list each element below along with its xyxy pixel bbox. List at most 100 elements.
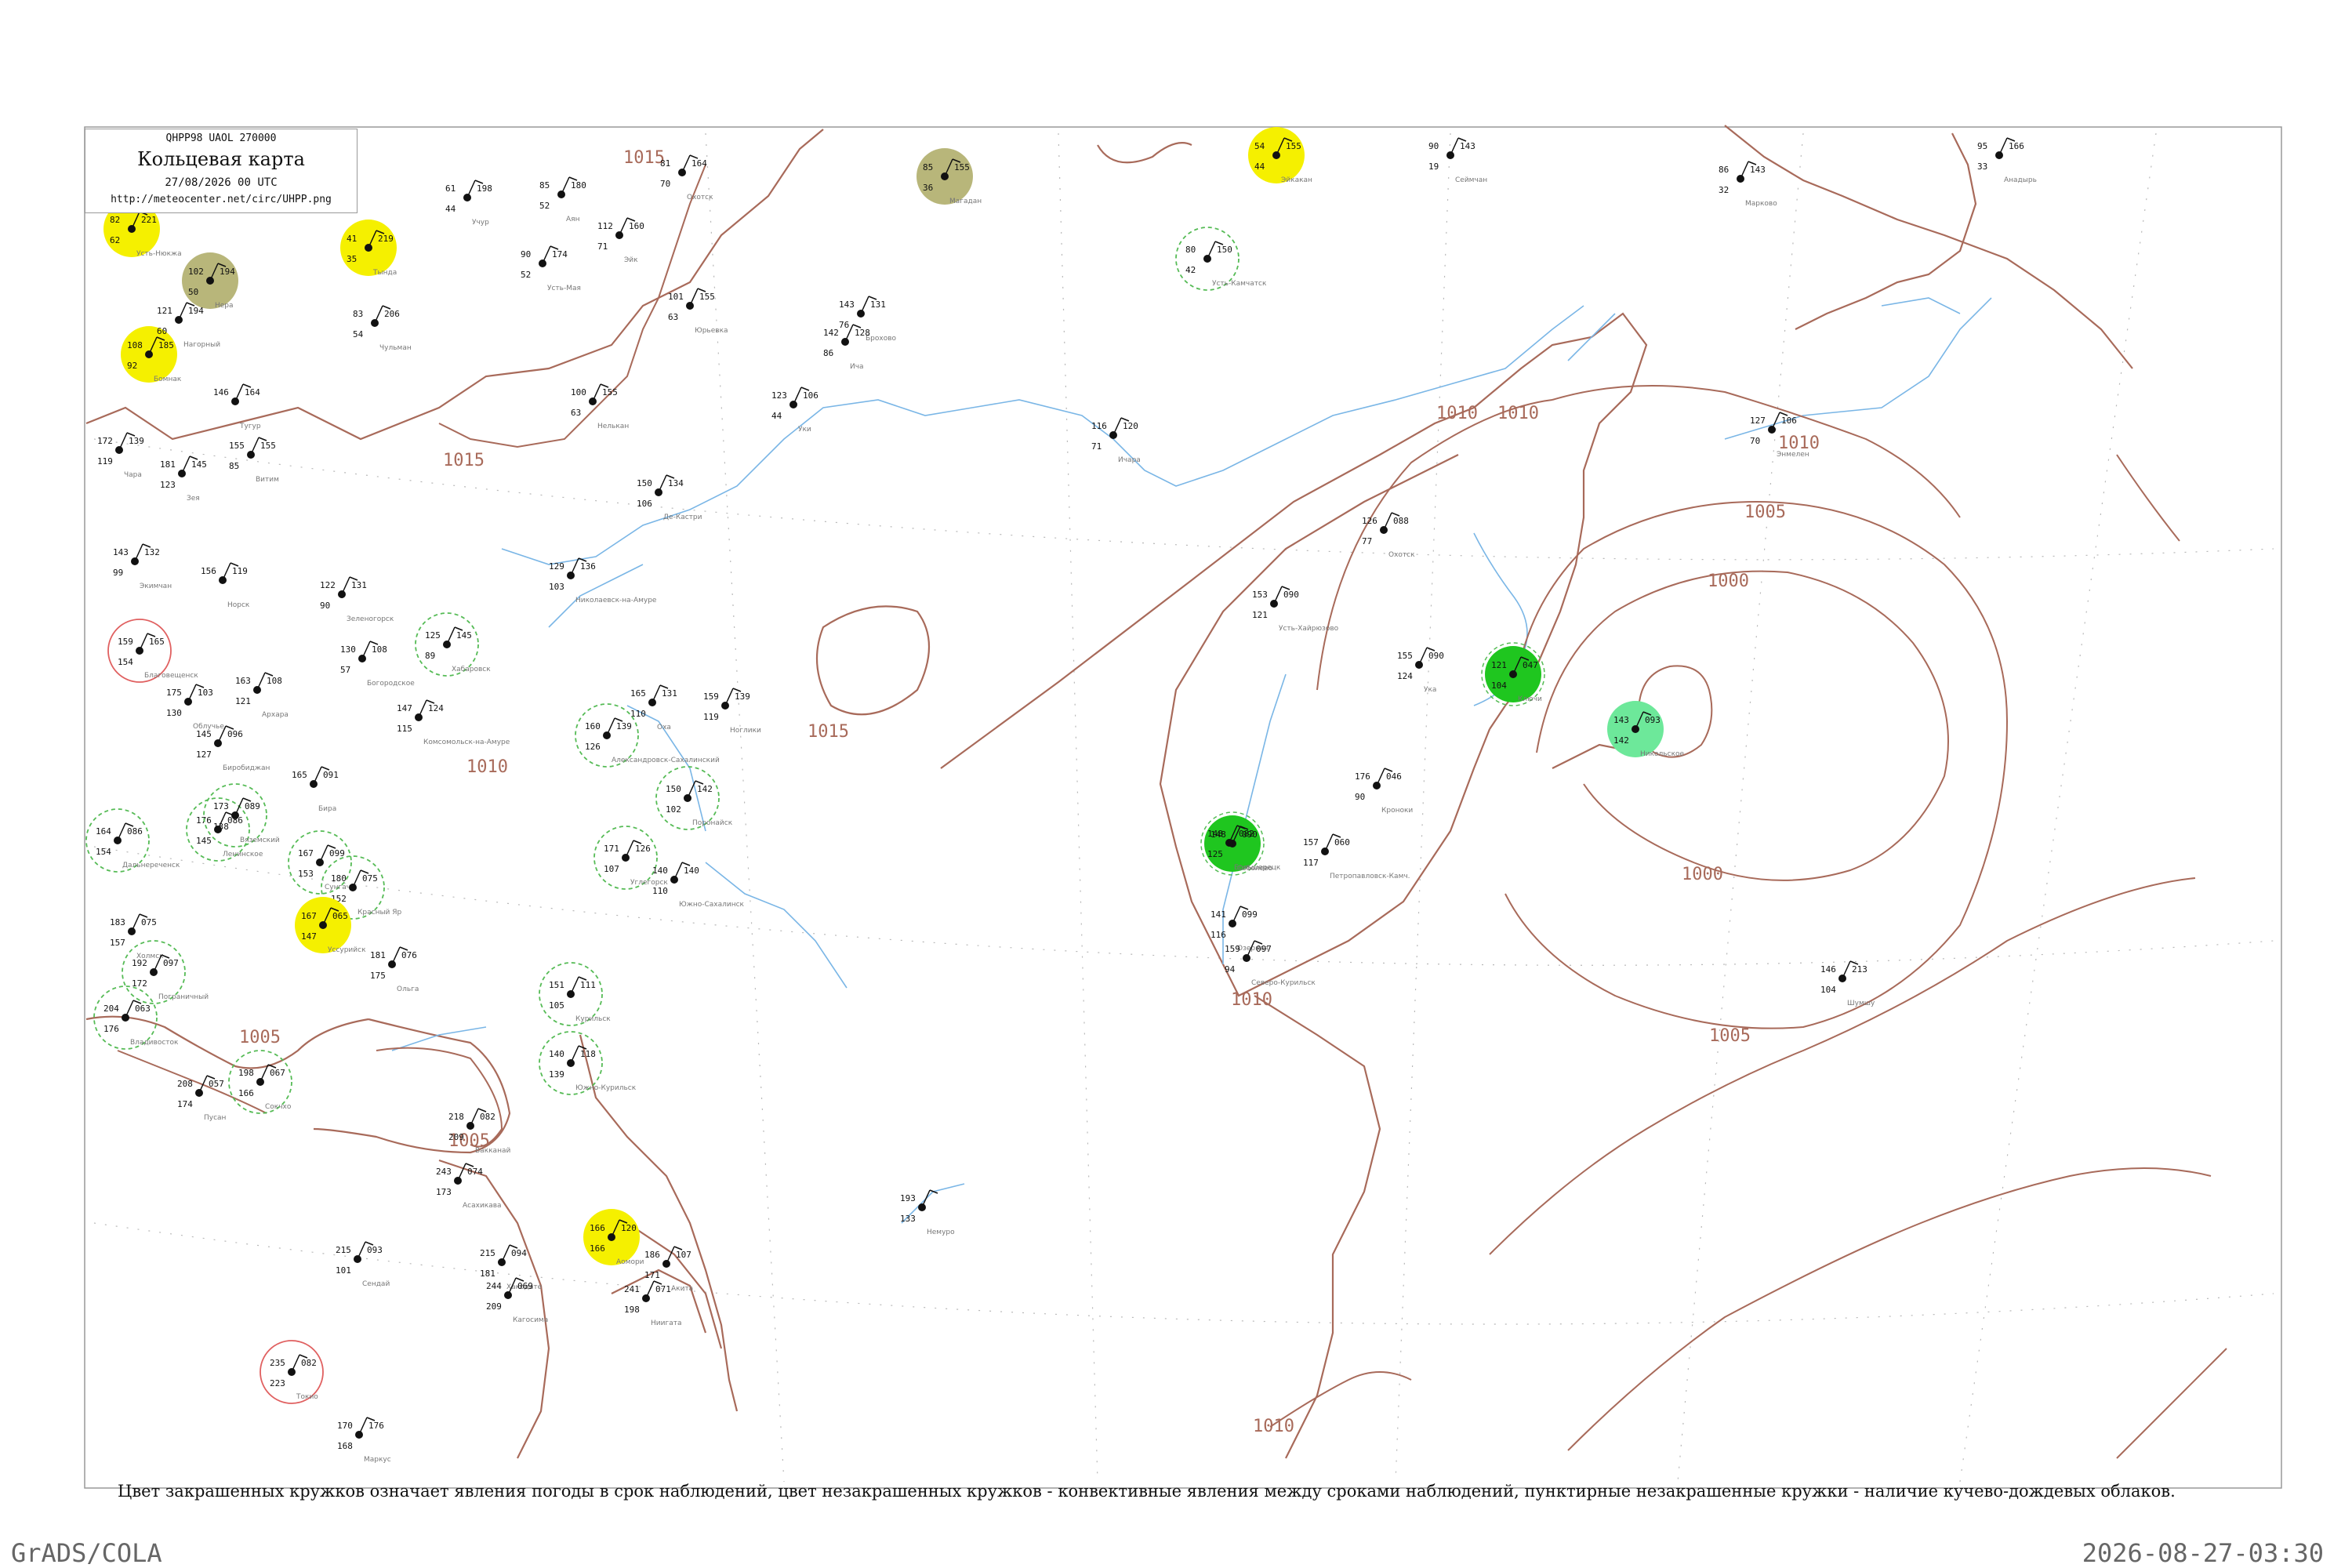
station-dewpoint: 119 bbox=[97, 456, 113, 466]
station-temp: 218 bbox=[448, 1112, 464, 1122]
station-name: Экимчан bbox=[140, 583, 172, 590]
station-pressure: 106 bbox=[803, 390, 818, 401]
station-pressure: 065 bbox=[332, 911, 348, 921]
station-pressure: 131 bbox=[870, 299, 886, 310]
map-caption: Цвет закрашенных кружков означает явлени… bbox=[118, 1482, 2176, 1501]
station-temp: 143 bbox=[1613, 715, 1629, 725]
station-name: Брохово bbox=[866, 335, 897, 343]
station-dewpoint: 124 bbox=[1397, 671, 1413, 681]
station-temp: 101 bbox=[668, 292, 684, 302]
station-dewpoint: 52 bbox=[521, 270, 531, 280]
station-dewpoint: 110 bbox=[652, 886, 668, 896]
station-pressure: 103 bbox=[198, 688, 213, 698]
station-pressure: 075 bbox=[141, 917, 157, 927]
map-frame bbox=[84, 126, 2282, 1489]
station-name: Анадырь bbox=[2004, 176, 2037, 184]
station-name: Кроноки bbox=[1381, 807, 1413, 815]
station-pressure: 120 bbox=[621, 1223, 637, 1233]
station-pressure: 089 bbox=[245, 801, 260, 811]
station-dewpoint: 166 bbox=[238, 1088, 254, 1098]
station-name: Поронайск bbox=[692, 819, 733, 827]
station-dewpoint: 63 bbox=[668, 312, 678, 322]
station-dewpoint: 70 bbox=[1750, 436, 1760, 446]
station-dewpoint: 44 bbox=[771, 411, 782, 421]
station-name: Пусан bbox=[204, 1114, 227, 1122]
station-name: Вакканай bbox=[475, 1147, 510, 1155]
map-url[interactable]: http://meteocenter.net/circ/UHPP.png bbox=[85, 194, 357, 205]
station-name: Маркус bbox=[364, 1456, 391, 1464]
station-dewpoint: 89 bbox=[425, 651, 435, 661]
station-dewpoint: 125 bbox=[1207, 849, 1223, 859]
station-dewpoint: 44 bbox=[445, 204, 456, 214]
station-dewpoint: 101 bbox=[336, 1265, 351, 1276]
station-dewpoint: 181 bbox=[480, 1269, 495, 1279]
station-temp: 123 bbox=[771, 390, 787, 401]
station-pressure: 164 bbox=[245, 387, 260, 397]
station-name: Александровск-Сахалинский bbox=[612, 757, 720, 764]
station-temp: 244 bbox=[486, 1281, 502, 1291]
station-name: Зея bbox=[187, 495, 200, 503]
station-pressure: 155 bbox=[699, 292, 715, 302]
station-name: Ольга bbox=[397, 985, 419, 993]
station-pressure: 108 bbox=[267, 676, 282, 686]
station-pressure: 134 bbox=[668, 478, 684, 488]
station-name: Архара bbox=[262, 711, 289, 719]
isobar-label: 1000 bbox=[1708, 572, 1749, 591]
station-pressure: 180 bbox=[571, 180, 586, 191]
station-marker[interactable]: 121 047 104 Ключи bbox=[1481, 642, 1545, 706]
station-dewpoint: 50 bbox=[188, 287, 198, 297]
station-temp: 108 bbox=[127, 340, 143, 350]
station-dewpoint: 121 bbox=[1252, 610, 1268, 620]
station-pressure: 074 bbox=[467, 1167, 483, 1177]
station-name: Ука bbox=[1424, 686, 1436, 694]
station-pressure: 118 bbox=[580, 1049, 596, 1059]
station-temp: 126 bbox=[1362, 516, 1377, 526]
station-name: Благовещенск bbox=[144, 672, 198, 680]
station-name: Владивосток bbox=[130, 1039, 179, 1047]
station-name: Богородское bbox=[367, 680, 415, 688]
isobar-label: 1010 bbox=[1253, 1417, 1294, 1436]
station-pressure: 139 bbox=[129, 436, 144, 446]
station-temp: 155 bbox=[1397, 651, 1413, 661]
station-name: Сендай bbox=[362, 1280, 390, 1288]
station-dewpoint: 105 bbox=[549, 1000, 564, 1011]
station-pressure: 099 bbox=[329, 848, 345, 858]
station-temp: 175 bbox=[166, 688, 182, 698]
isobar-label: 1010 bbox=[1497, 404, 1539, 423]
station-name: Хабаровск bbox=[452, 666, 491, 673]
station-pressure: 106 bbox=[1781, 416, 1797, 426]
station-temp: 155 bbox=[229, 441, 245, 451]
station-temp: 100 bbox=[571, 387, 586, 397]
station-name: Охотск bbox=[1388, 551, 1415, 559]
station-dewpoint: 90 bbox=[1355, 792, 1365, 802]
station-pressure: 206 bbox=[384, 309, 400, 319]
station-name: Немуро bbox=[927, 1229, 955, 1236]
station-pressure: 145 bbox=[456, 630, 472, 641]
station-name: Усть-Камчатск bbox=[1212, 280, 1267, 288]
station-name: Энмелен bbox=[1777, 451, 1809, 459]
station-pressure: 096 bbox=[227, 729, 243, 739]
station-temp: 85 bbox=[539, 180, 550, 191]
station-name: Шумшу bbox=[1847, 1000, 1875, 1007]
station-temp: 156 bbox=[201, 566, 216, 576]
station-name: Юрьевка bbox=[695, 327, 728, 335]
station-temp: 61 bbox=[445, 183, 456, 194]
station-name: Токио bbox=[296, 1393, 318, 1401]
station-pressure: 067 bbox=[270, 1068, 285, 1078]
map-title: Кольцевая карта bbox=[137, 148, 305, 170]
station-temp: 176 bbox=[1355, 771, 1370, 782]
station-temp: 82 bbox=[110, 215, 120, 225]
station-pressure: 143 bbox=[1750, 165, 1766, 175]
station-dewpoint: 174 bbox=[177, 1099, 193, 1109]
station-pressure: 174 bbox=[552, 249, 568, 260]
station-pressure: 094 bbox=[511, 1248, 527, 1258]
station-temp: 173 bbox=[213, 801, 229, 811]
station-temp: 81 bbox=[660, 158, 670, 169]
station-dewpoint: 175 bbox=[370, 971, 386, 981]
station-name: Вяземский bbox=[240, 837, 280, 844]
station-pressure: 060 bbox=[1334, 837, 1350, 848]
station-pressure: 069 bbox=[517, 1281, 533, 1291]
station-pressure: 047 bbox=[1523, 660, 1538, 670]
station-dewpoint: 133 bbox=[900, 1214, 916, 1224]
station-temp: 146 bbox=[213, 387, 229, 397]
